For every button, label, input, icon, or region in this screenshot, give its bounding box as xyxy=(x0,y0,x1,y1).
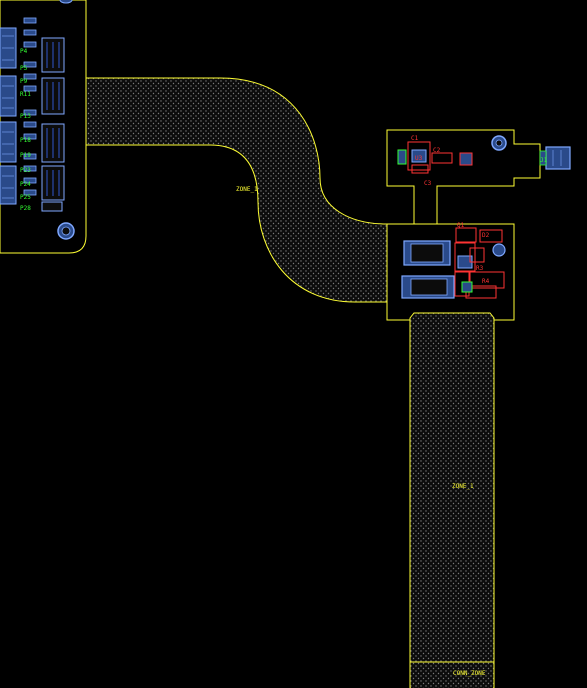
pcb-layout-canvas: P4 P5 P9 R11 P13 P18 P19 P23 P24 P25 P28… xyxy=(0,0,571,688)
mounting-hole-top xyxy=(59,0,73,4)
pin-label: P5 xyxy=(20,65,28,72)
ref-label: C1 xyxy=(411,135,419,142)
zone-label-stiffener: CONN_ZONE xyxy=(453,670,486,677)
pin-label: P13 xyxy=(20,113,31,120)
ref-label: Q1 xyxy=(457,222,465,229)
ref-label: U3 xyxy=(415,155,423,162)
ref-label: R3 xyxy=(476,265,484,272)
left-board: P4 P5 P9 R11 P13 P18 P19 P23 P24 P25 P28 xyxy=(0,0,87,254)
mounting-hole-mid xyxy=(492,243,506,257)
zone-label-right: ZONE_1 xyxy=(452,483,474,490)
upper-tab-board: C1 C2 U3 C3 J1 xyxy=(386,129,571,226)
flex-s-curve: ZONE_1 xyxy=(85,77,388,303)
ref-label: R4 xyxy=(482,278,490,285)
pin-label: P18 xyxy=(20,137,31,144)
pin-label: P23 xyxy=(20,167,31,174)
mid-block-board: Q1 D2 R3 R4 xyxy=(386,222,515,321)
pin-label: P4 xyxy=(20,48,28,55)
zone-label-left: ZONE_1 xyxy=(236,186,258,193)
flex-tail: ZONE_1 CONN_ZONE xyxy=(409,312,495,688)
pin-label: P25 xyxy=(20,194,31,201)
pin-label: P19 xyxy=(20,152,31,159)
pin-label: R11 xyxy=(20,91,31,98)
pin-label: P9 xyxy=(20,78,28,85)
edge-connector-pads xyxy=(0,27,17,205)
pin-label: P28 xyxy=(20,205,31,212)
ref-label: D2 xyxy=(482,232,490,239)
ref-label: J1 xyxy=(540,157,548,164)
pin-label: P24 xyxy=(20,181,31,188)
ref-label: C3 xyxy=(424,180,432,187)
ref-label: C2 xyxy=(433,147,441,154)
